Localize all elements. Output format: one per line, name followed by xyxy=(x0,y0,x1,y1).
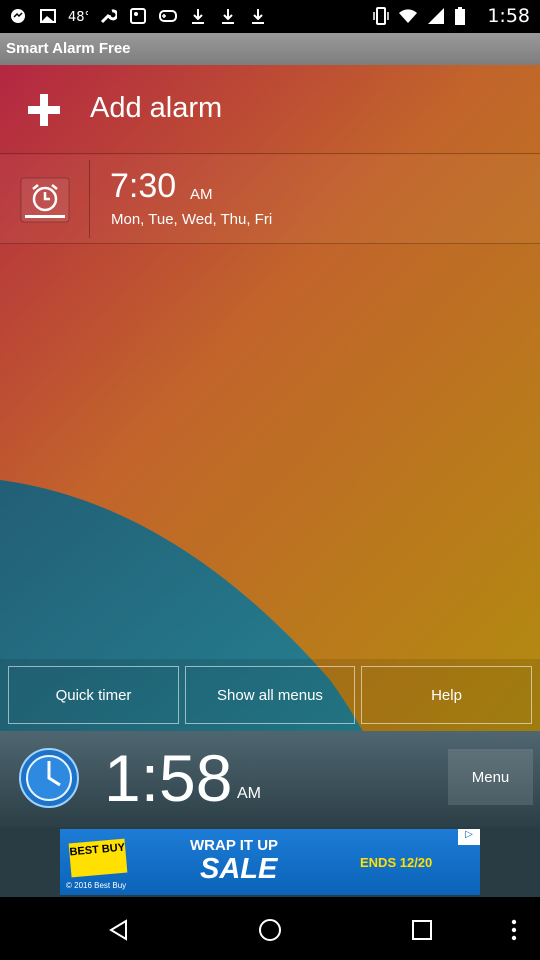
menu-button[interactable]: Menu xyxy=(448,749,533,805)
ad-headline: WRAP IT UP xyxy=(190,837,279,854)
help-button[interactable]: Help xyxy=(361,666,532,724)
svg-text:48°: 48° xyxy=(68,10,88,25)
clock-icon[interactable] xyxy=(18,747,80,809)
current-ampm: AM xyxy=(237,785,261,802)
system-icons xyxy=(372,6,466,31)
add-alarm-label[interactable]: Add alarm xyxy=(90,92,222,125)
battery-icon xyxy=(454,6,466,31)
best-buy-logo: BEST BUY xyxy=(68,838,128,878)
app-title-bar: Smart Alarm Free xyxy=(0,33,540,65)
alarm-ampm: AM xyxy=(190,186,213,203)
home-icon[interactable] xyxy=(258,918,282,942)
alarm-days: Mon, Tue, Wed, Thu, Fri xyxy=(111,211,273,228)
wrench-icon xyxy=(98,6,118,26)
notification-48-icon: 48° xyxy=(68,6,88,26)
download-icon xyxy=(218,6,238,26)
divider xyxy=(89,160,90,238)
plus-icon[interactable] xyxy=(28,94,60,126)
app-title: Smart Alarm Free xyxy=(6,40,131,57)
signal-icon xyxy=(426,6,446,31)
recents-icon[interactable] xyxy=(410,918,434,942)
gamepad-icon xyxy=(158,6,178,26)
ad-ends: ENDS 12/20 xyxy=(360,855,433,870)
overflow-menu-icon[interactable] xyxy=(502,918,526,942)
ad-copyright: © 2016 Best Buy xyxy=(66,881,127,890)
show-all-menus-button[interactable]: Show all menus xyxy=(185,666,355,724)
messenger-icon xyxy=(8,6,28,26)
ad-sale: SALE xyxy=(200,853,278,885)
status-bar: 48° 1:58 xyxy=(0,0,540,33)
photo-icon xyxy=(128,6,148,26)
back-icon[interactable] xyxy=(106,918,130,942)
notification-icons: 48° xyxy=(8,6,268,26)
download-icon xyxy=(188,6,208,26)
alarm-item[interactable] xyxy=(0,155,540,244)
vibrate-icon xyxy=(372,6,390,31)
wifi-icon xyxy=(398,6,418,31)
current-time: 1:58 xyxy=(104,741,233,815)
alarm-clock-icon[interactable] xyxy=(20,177,70,223)
status-time: 1:58 xyxy=(487,5,530,27)
add-alarm-row[interactable] xyxy=(0,65,540,154)
download-icon xyxy=(248,6,268,26)
quick-timer-button[interactable]: Quick timer xyxy=(8,666,179,724)
advertisement-banner[interactable]: BEST BUY © 2016 Best Buy WRAP IT UP SALE… xyxy=(60,829,480,895)
alarm-time[interactable]: 7:30 xyxy=(110,167,176,206)
image-icon xyxy=(38,6,58,26)
adchoices-icon[interactable]: ▷ xyxy=(458,829,480,845)
